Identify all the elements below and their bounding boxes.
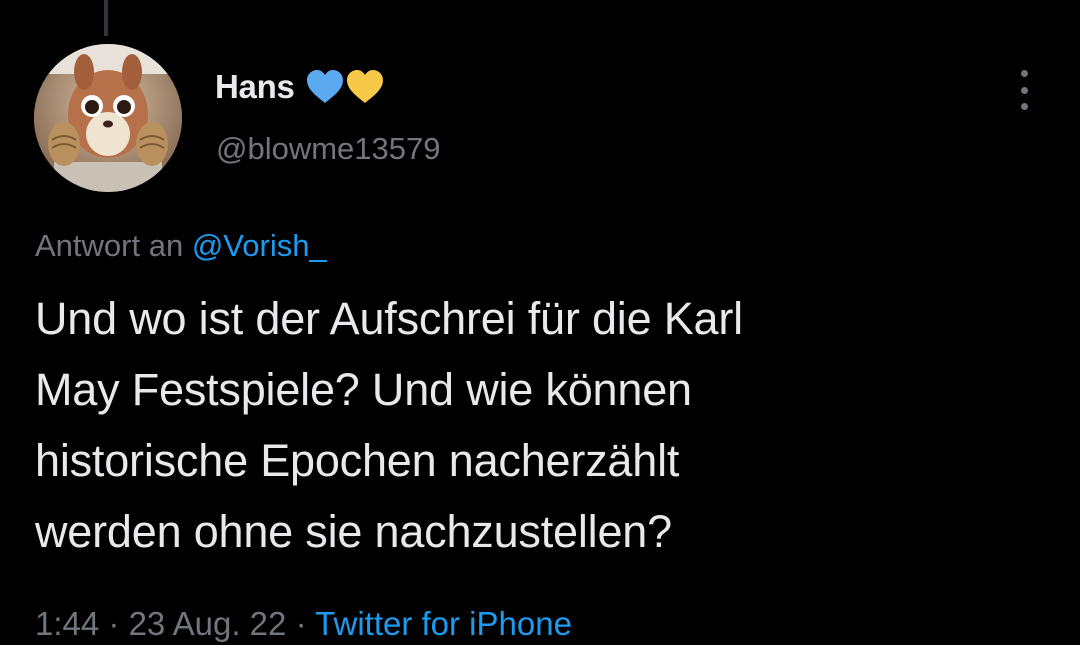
- menu-dot: [1020, 103, 1028, 110]
- tweet-text-line: May Festspiele? Und wie können: [35, 364, 692, 415]
- tweet-time[interactable]: 1:44: [35, 605, 99, 642]
- tweet-text-line: Und wo ist der Aufschrei für die Karl: [35, 293, 743, 344]
- menu-dot: [1020, 70, 1028, 77]
- tweet-text-line: historische Epochen nacherzählt: [35, 435, 680, 486]
- profile-badges: [305, 69, 385, 105]
- meta-separator: ·: [108, 605, 120, 642]
- tweet-source-link[interactable]: Twitter for iPhone: [315, 605, 572, 642]
- tweet-text: Und wo ist der Aufschrei für die Karl Ma…: [35, 283, 1045, 567]
- meta-separator: ·: [295, 605, 307, 642]
- tweet-text-line: werden ohne sie nachzustellen?: [35, 506, 672, 557]
- author-name-row: Hans: [215, 68, 385, 106]
- author-handle[interactable]: @blowme13579: [216, 131, 441, 167]
- reply-context: Antwort an @Vorish_: [35, 228, 327, 264]
- menu-dot: [1020, 86, 1028, 94]
- squirrel-avatar-image: [34, 44, 182, 192]
- blue-heart-icon: [305, 69, 345, 105]
- author-display-name[interactable]: Hans: [215, 68, 295, 106]
- avatar[interactable]: [34, 44, 182, 192]
- reply-prefix: Antwort an: [35, 228, 184, 263]
- more-vertical-icon[interactable]: [1012, 70, 1036, 110]
- tweet-date[interactable]: 23 Aug. 22: [129, 605, 287, 642]
- yellow-heart-icon: [345, 69, 385, 105]
- thread-connector-line: [104, 0, 108, 36]
- reply-mention-link[interactable]: @Vorish_: [192, 228, 327, 263]
- tweet-metadata: 1:44 · 23 Aug. 22 · Twitter for iPhone: [35, 605, 572, 643]
